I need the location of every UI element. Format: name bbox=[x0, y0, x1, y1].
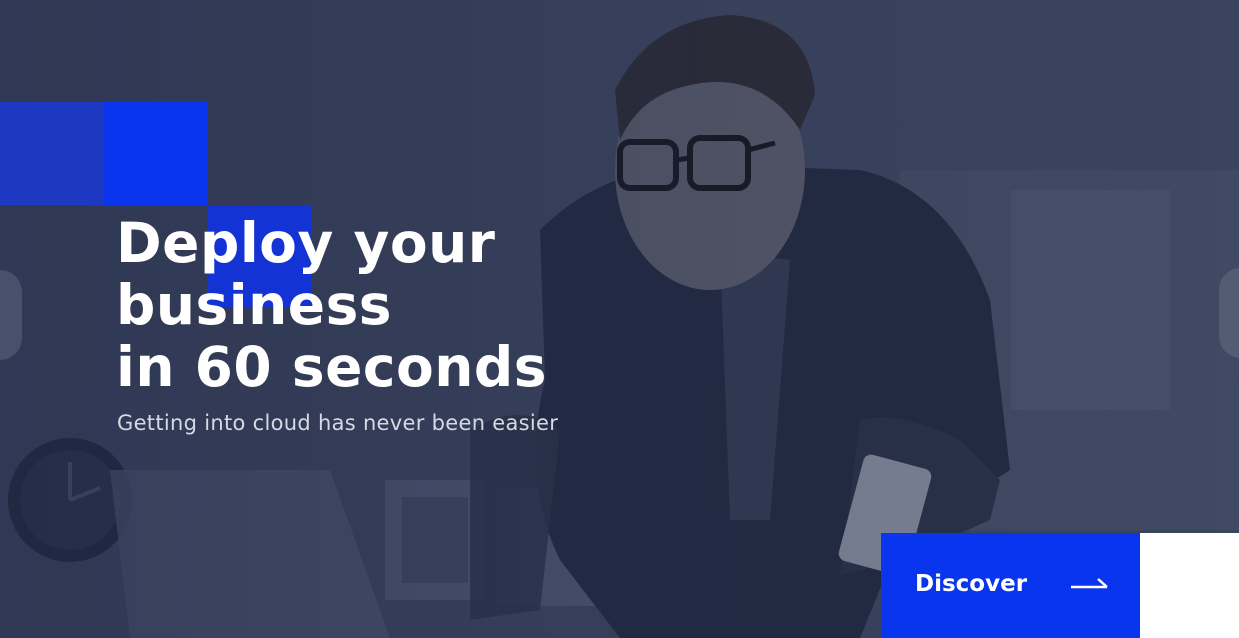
cta-side-panel bbox=[1140, 533, 1239, 638]
headline-line: in 60 seconds bbox=[116, 335, 548, 399]
headline-line: Deploy your bbox=[116, 211, 496, 275]
hero-headline: Deploy your business in 60 seconds bbox=[116, 212, 547, 398]
headline-line: business bbox=[116, 273, 393, 337]
discover-button-label: Discover bbox=[915, 571, 1028, 597]
decorative-square bbox=[104, 102, 207, 205]
discover-button[interactable]: Discover bbox=[881, 533, 1140, 638]
decorative-square bbox=[0, 102, 104, 205]
slider-prev-button[interactable] bbox=[0, 270, 22, 360]
hero-banner: Deploy your business in 60 seconds Getti… bbox=[0, 0, 1239, 638]
hero-subtitle: Getting into cloud has never been easier bbox=[117, 411, 559, 435]
slider-next-button[interactable] bbox=[1219, 268, 1239, 358]
arrow-right-icon bbox=[1071, 578, 1108, 589]
